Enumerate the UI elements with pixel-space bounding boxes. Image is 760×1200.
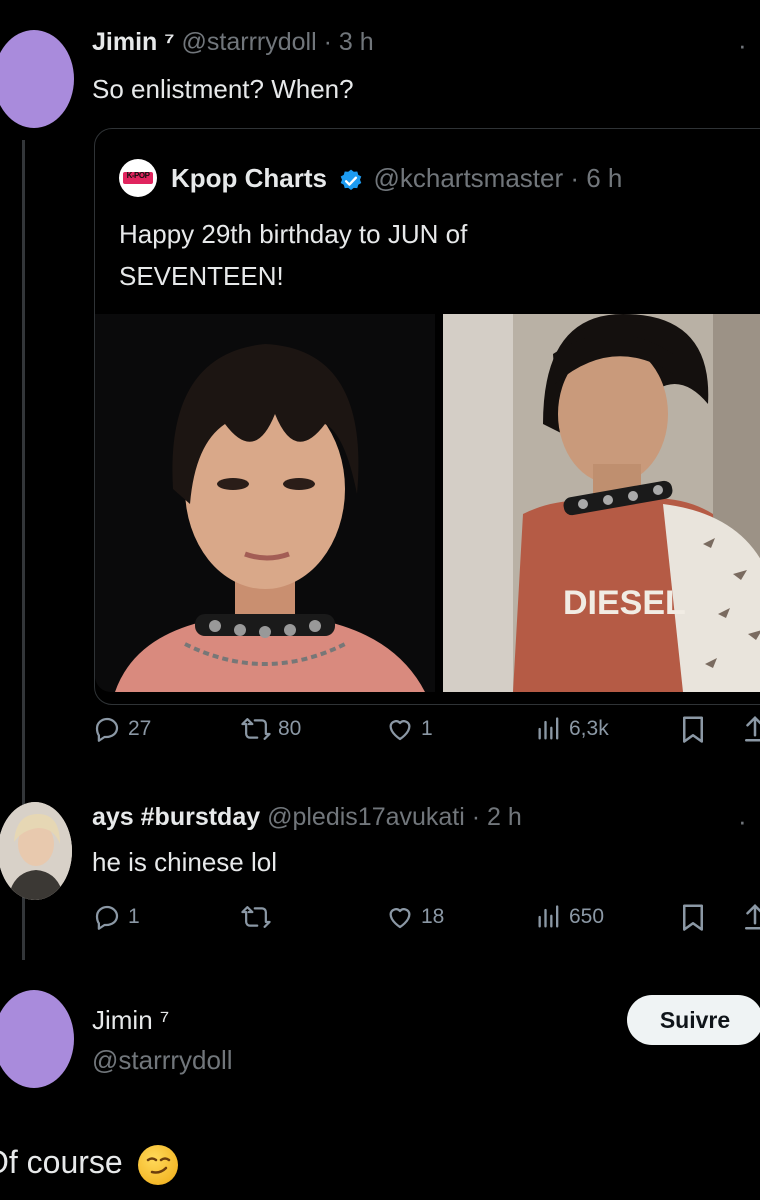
bookmark-icon xyxy=(683,716,703,743)
views-count: 6,3k xyxy=(569,717,609,740)
views-chart-icon xyxy=(538,717,559,740)
quoted-tweet-text-line2: SEVENTEEN! xyxy=(119,261,284,291)
tweet-header: ays #burstday @pledis17avukati · 2 h xyxy=(92,803,522,832)
reply-icon xyxy=(95,905,119,930)
bookmark-button[interactable] xyxy=(680,714,706,744)
display-name[interactable]: ays #burstday xyxy=(92,803,260,831)
views-chart-icon xyxy=(538,905,559,928)
reply-icon xyxy=(95,717,119,742)
heart-icon xyxy=(389,908,411,929)
reply-count: 1 xyxy=(128,905,140,928)
photo-right[interactable]: DIESEL xyxy=(443,314,760,692)
quoted-tweet-header: Kpop Charts @kchartsmaster · 6 h xyxy=(171,163,622,194)
retweet-count: 80 xyxy=(278,717,302,740)
retweet-button[interactable]: 80 xyxy=(240,714,301,744)
handle[interactable]: @starrrydoll xyxy=(92,1045,233,1076)
share-button[interactable] xyxy=(742,902,760,932)
like-count: 18 xyxy=(421,905,445,928)
heart-icon xyxy=(389,720,411,741)
tweet-text: So enlistment? When? xyxy=(92,74,354,104)
timestamp[interactable]: · 6 h xyxy=(570,163,622,193)
tweet-text-row: Of course xyxy=(0,1144,178,1185)
handle[interactable]: @starrrydoll xyxy=(182,28,317,56)
views-count: 650 xyxy=(569,905,605,928)
share-button[interactable] xyxy=(742,714,760,744)
bookmark-button[interactable] xyxy=(680,902,706,932)
follow-button[interactable]: Suivre xyxy=(627,995,760,1045)
display-name[interactable]: Jimin ⁷ xyxy=(92,1005,169,1036)
retweet-button[interactable] xyxy=(240,902,278,932)
tweet-text: he is chinese lol xyxy=(92,847,277,877)
verified-badge-icon xyxy=(340,169,362,191)
avatar[interactable] xyxy=(0,30,74,128)
timestamp[interactable]: · 3 h xyxy=(324,28,374,56)
reply-button[interactable]: 1 xyxy=(92,902,140,932)
retweet-icon xyxy=(241,906,271,928)
bookmark-icon xyxy=(683,904,703,931)
photo-left[interactable] xyxy=(95,314,435,692)
share-icon xyxy=(745,715,760,742)
handle[interactable]: @pledis17avukati xyxy=(267,803,465,831)
tweet-header: Jimin ⁷ @starrrydoll · 3 h xyxy=(92,28,374,57)
retweet-icon xyxy=(241,718,271,740)
tweet-text: Of course xyxy=(0,1144,123,1180)
portrait-illustration xyxy=(95,314,435,692)
avatar-photo-illustration xyxy=(0,802,72,900)
reply-count: 27 xyxy=(128,717,152,740)
more-options-icon[interactable]: · xyxy=(738,806,748,837)
more-options-icon[interactable]: · xyxy=(738,30,748,61)
shirt-print-text: DIESEL xyxy=(563,584,686,622)
handle[interactable]: @kchartsmaster xyxy=(373,163,563,193)
kpop-logo: K-POP xyxy=(119,159,157,197)
like-button[interactable]: 1 xyxy=(385,714,433,744)
quoted-tweet[interactable]: K-POP Kpop Charts @kchartsmaster · 6 h H… xyxy=(94,128,760,705)
quoted-tweet-text-line1: Happy 29th birthday to JUN of xyxy=(119,219,468,249)
timestamp[interactable]: · 2 h xyxy=(472,803,522,831)
like-count: 1 xyxy=(421,717,433,740)
avatar[interactable] xyxy=(0,802,72,900)
views-button[interactable]: 650 xyxy=(535,902,604,932)
share-icon xyxy=(745,903,760,930)
like-button[interactable]: 18 xyxy=(385,902,444,932)
display-name[interactable]: Kpop Charts xyxy=(171,163,327,193)
display-name[interactable]: Jimin ⁷ xyxy=(92,28,175,56)
portrait-illustration: DIESEL xyxy=(443,314,760,692)
smirk-emoji-icon xyxy=(137,1144,178,1185)
reply-button[interactable]: 27 xyxy=(92,714,151,744)
views-button[interactable]: 6,3k xyxy=(535,714,609,744)
avatar[interactable] xyxy=(0,990,74,1088)
